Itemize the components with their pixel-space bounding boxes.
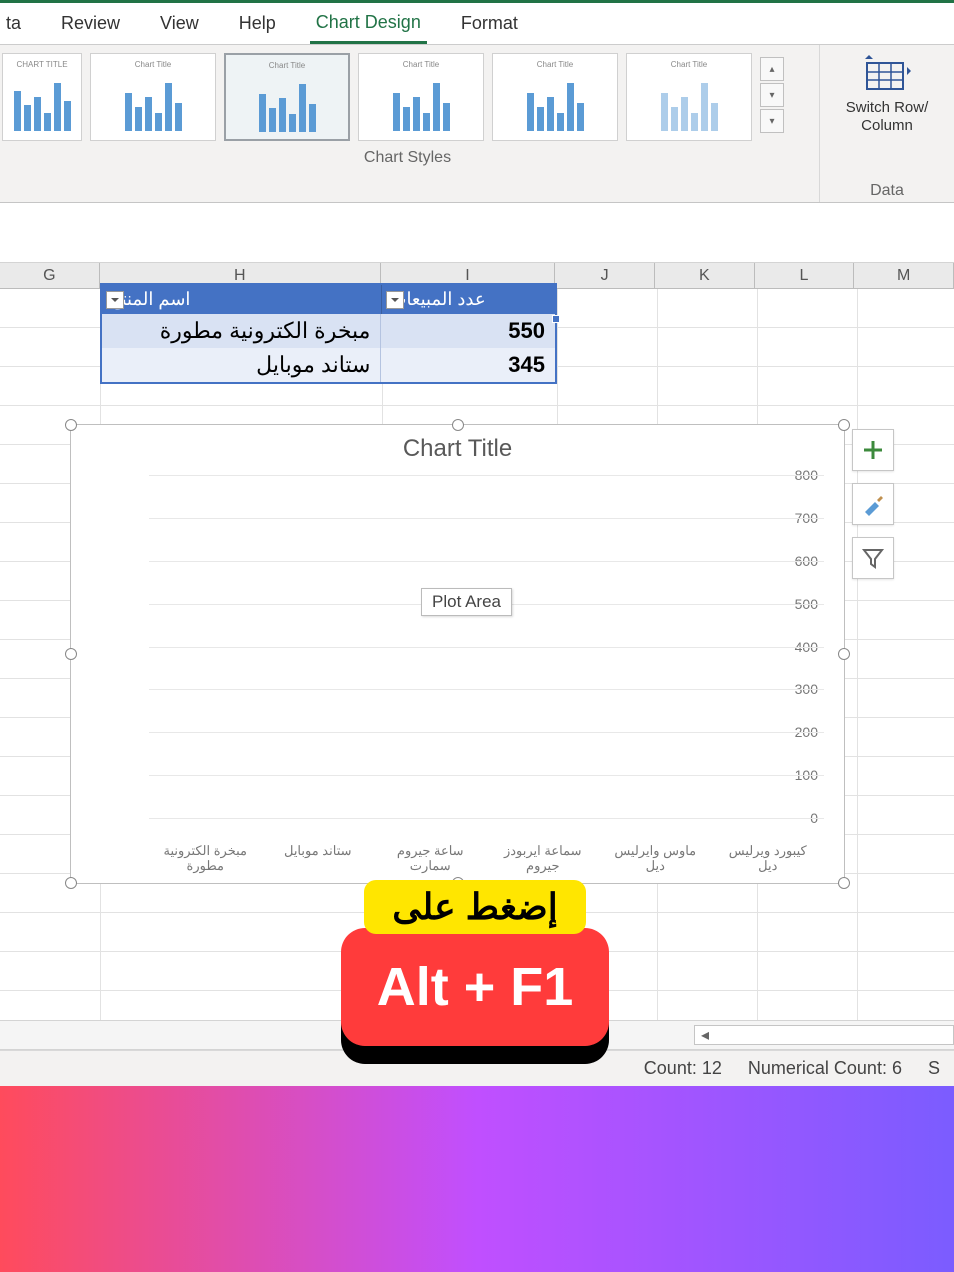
switch-row-column-icon[interactable] — [863, 55, 911, 95]
ribbon-tabs: ta Review View Help Chart Design Format — [0, 3, 954, 45]
x-axis-label: سماعة ايربودز جيروم — [496, 843, 591, 874]
col-header-g[interactable]: G — [0, 263, 100, 288]
status-bar: Count: 12 Numerical Count: 6 S — [0, 1050, 954, 1086]
x-axis-label: كيبورد ويرليس ديل — [721, 843, 816, 874]
col-header-m[interactable]: M — [854, 263, 954, 288]
table-cell[interactable]: ستاند موبايل — [102, 348, 381, 382]
resize-handle[interactable] — [452, 419, 464, 431]
instruction-overlay: إضغط على Alt + F1 — [300, 880, 650, 1046]
x-axis-label: ستاند موبايل — [271, 843, 366, 874]
x-axis-label: مبخرة الكترونية مطورة — [158, 843, 253, 874]
decorative-gradient — [0, 1086, 954, 1272]
funnel-icon — [861, 546, 885, 570]
table-cell[interactable]: 550 — [381, 314, 555, 348]
status-numerical-count: Numerical Count: 6 — [748, 1058, 902, 1079]
chart-filters-button[interactable] — [852, 537, 894, 579]
spin-up-icon[interactable]: ▴ — [760, 57, 784, 81]
switch-row-column-button[interactable]: Switch Row/ Column — [846, 99, 929, 135]
col-header-l[interactable]: L — [755, 263, 855, 288]
resize-handle[interactable] — [838, 648, 850, 660]
x-axis-label: ساعة جيروم سمارت — [383, 843, 478, 874]
selection-handle[interactable] — [552, 315, 560, 323]
plus-icon — [861, 438, 885, 462]
resize-handle[interactable] — [65, 877, 77, 889]
plot-area-tooltip: Plot Area — [421, 588, 512, 616]
brush-icon — [861, 492, 885, 516]
resize-handle[interactable] — [65, 419, 77, 431]
status-count: Count: 12 — [644, 1058, 722, 1079]
resize-handle[interactable] — [65, 648, 77, 660]
filter-dropdown-icon[interactable] — [386, 291, 404, 309]
plot-area[interactable]: 0100200300400500600700800مبخرة الكترونية… — [101, 475, 824, 818]
chart-style-4[interactable]: Chart Title — [358, 53, 484, 141]
group-label-data: Data — [870, 182, 904, 200]
status-more: S — [928, 1058, 940, 1079]
resize-handle[interactable] — [838, 419, 850, 431]
formula-bar-area — [0, 203, 954, 263]
scroll-left-icon[interactable]: ◂ — [695, 1026, 715, 1044]
chart-style-2[interactable]: Chart Title — [90, 53, 216, 141]
chart-object[interactable]: Chart Title 0100200300400500600700800مبخ… — [70, 424, 845, 884]
ribbon-body: CHART TITLE Chart Title Chart Title Char… — [0, 45, 954, 203]
col-header-k[interactable]: K — [655, 263, 755, 288]
data-table[interactable]: اسم المنتج عدد المبيعات مبخرة الكترونية … — [100, 283, 557, 384]
x-axis-label: ماوس وايرليس ديل — [608, 843, 703, 874]
tab-help[interactable]: Help — [233, 5, 282, 42]
chart-elements-button[interactable] — [852, 429, 894, 471]
tab-view[interactable]: View — [154, 5, 205, 42]
col-header-j[interactable]: J — [555, 263, 655, 288]
table-cell[interactable]: مبخرة الكترونية مطورة — [102, 314, 381, 348]
tab-format[interactable]: Format — [455, 5, 524, 42]
tab-data[interactable]: ta — [0, 5, 27, 42]
tab-review[interactable]: Review — [55, 5, 126, 42]
chart-styles-spinner[interactable]: ▴ ▾ ▾ — [760, 57, 786, 133]
table-cell[interactable]: 345 — [381, 348, 555, 382]
table-header-sales-label: عدد المبيعات — [390, 289, 486, 310]
tab-chart-design[interactable]: Chart Design — [310, 4, 427, 44]
resize-handle[interactable] — [838, 877, 850, 889]
table-header-sales[interactable]: عدد المبيعات — [382, 285, 556, 314]
chart-style-1[interactable]: CHART TITLE — [2, 53, 82, 141]
spin-down-icon[interactable]: ▾ — [760, 83, 784, 107]
chart-title[interactable]: Chart Title — [71, 425, 844, 469]
chart-style-3-selected[interactable]: Chart Title — [224, 53, 350, 141]
chart-style-5[interactable]: Chart Title — [492, 53, 618, 141]
table-header-product[interactable]: اسم المنتج — [102, 285, 382, 314]
group-label-chart-styles: Chart Styles — [2, 149, 813, 167]
chart-style-6[interactable]: Chart Title — [626, 53, 752, 141]
filter-dropdown-icon[interactable] — [106, 291, 124, 309]
overlay-red-label: Alt + F1 — [341, 928, 610, 1046]
chart-styles-button[interactable] — [852, 483, 894, 525]
spin-more-icon[interactable]: ▾ — [760, 109, 784, 133]
overlay-yellow-label: إضغط على — [364, 880, 586, 934]
